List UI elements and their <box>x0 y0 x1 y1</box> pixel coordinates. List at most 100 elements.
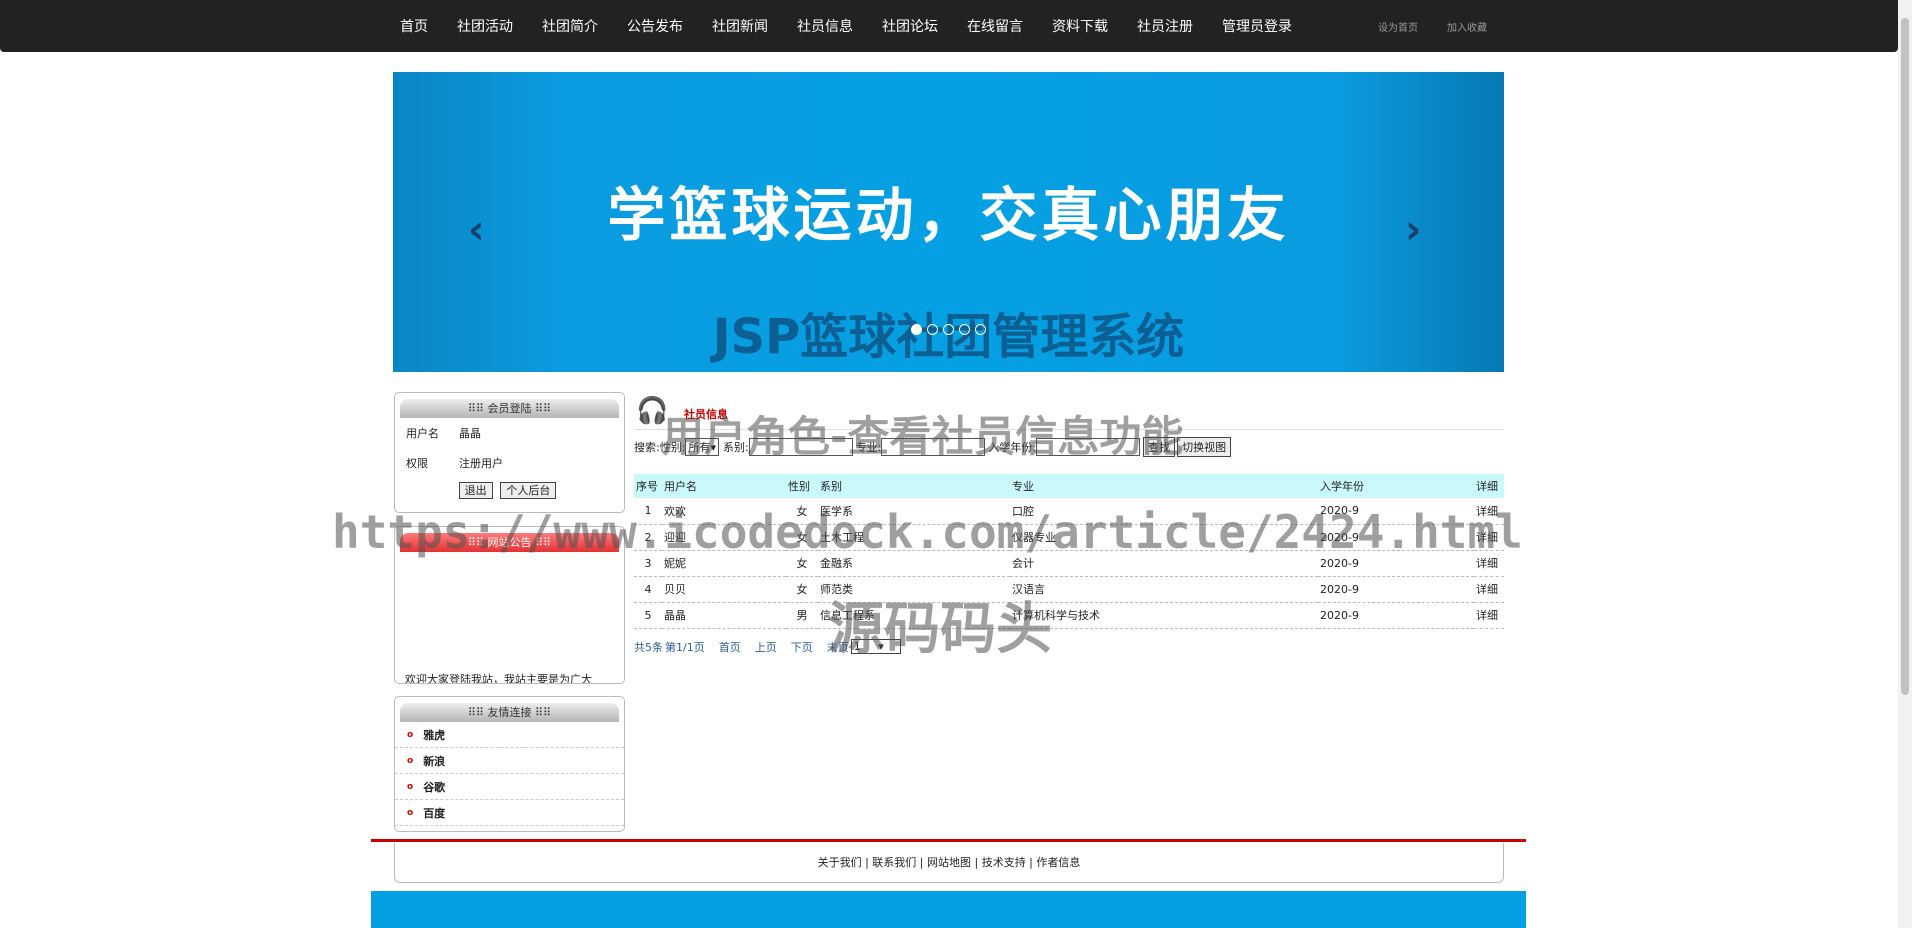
major-label: 专业: <box>855 441 882 454</box>
col-header-username: 用户名 <box>662 474 786 498</box>
col-header-detail: 详细 <box>1474 474 1504 498</box>
username-value: 晶晶 <box>459 427 481 440</box>
member-info-panel: 🎧 社员信息 搜索: 性别: 所有 ▾ 系别: 专业: 入学年份: 查找 切换视图… <box>634 392 1504 655</box>
pagination: 共5条 第1/1页 首页 上页 下页 末页 1 ▾ <box>634 639 1504 655</box>
member-login-box: ⠿⠿ 会员登陆 ⠿⠿ 用户名 晶晶 权限 注册用户 退出 个人后台 <box>394 392 625 513</box>
links-box-title: ⠿⠿ 友情连接 ⠿⠿ <box>400 703 619 722</box>
bullet-icon: o <box>407 781 414 792</box>
bullet-icon: o <box>407 729 414 740</box>
carousel-dot[interactable] <box>911 324 922 335</box>
login-box-title: ⠿⠿ 会员登陆 ⠿⠿ <box>400 399 619 418</box>
set-homepage-link[interactable]: 设为首页 <box>1378 19 1418 34</box>
top-nav-bar: 首页 社团活动 社团简介 公告发布 社团新闻 社员信息 社团论坛 在线留言 资料… <box>0 0 1898 52</box>
login-actions: 退出 个人后台 <box>395 482 624 499</box>
notice-scroll-text: 欢迎大家登陆我站，我站主要是为广大 <box>405 673 592 684</box>
pager-total: 共5条 <box>634 640 663 654</box>
site-notice-box: ⠿⠿ 网站公告 ⠿⠿ 欢迎大家登陆我站，我站主要是为广大 <box>394 526 625 684</box>
bullet-icon: o <box>407 807 414 818</box>
nav-news[interactable]: 社团新闻 <box>712 16 768 36</box>
carousel-dot[interactable] <box>959 324 970 335</box>
vertical-scrollbar[interactable] <box>1898 0 1912 928</box>
nav-downloads[interactable]: 资料下载 <box>1052 16 1108 36</box>
scrollbar-thumb[interactable] <box>1901 18 1909 695</box>
year-label: 入学年份: <box>988 441 1037 454</box>
logout-button[interactable]: 退出 <box>458 482 493 499</box>
col-header-major: 专业 <box>1010 474 1318 498</box>
col-header-year: 入学年份 <box>1318 474 1474 498</box>
footer-bar <box>371 891 1526 928</box>
friend-link-sina[interactable]: o 新浪 <box>395 748 624 774</box>
role-label: 权限 <box>406 457 428 470</box>
year-input[interactable] <box>1036 438 1141 456</box>
username-label: 用户名 <box>406 427 439 440</box>
nav-members[interactable]: 社员信息 <box>797 16 853 36</box>
role-value: 注册用户 <box>459 457 503 470</box>
banner-slogan: 学篮球运动，交真心朋友 <box>607 181 1290 249</box>
friend-link-yahoo[interactable]: o 雅虎 <box>395 722 624 748</box>
login-row-username: 用户名 晶晶 <box>395 418 624 448</box>
pager-first[interactable]: 首页 <box>719 639 741 655</box>
detail-link[interactable]: 详细 <box>1474 550 1504 577</box>
bullet-icon: o <box>407 755 414 766</box>
section-header: 🎧 社员信息 <box>634 392 1504 430</box>
page-select[interactable]: 1 ▾ <box>850 639 901 654</box>
friend-link-baidu[interactable]: o 百度 <box>395 800 624 826</box>
carousel-dot[interactable] <box>975 324 986 335</box>
detail-link[interactable]: 详细 <box>1474 524 1504 551</box>
pager-last[interactable]: 末页 <box>827 639 849 655</box>
friend-link-google[interactable]: o 谷歌 <box>395 774 624 800</box>
table-row: 5 晶晶 男 信息工程系 计算机科学与技术 2020-9 详细 <box>634 602 1504 629</box>
nav-forum[interactable]: 社团论坛 <box>882 16 938 36</box>
table-row: 2 迎迎 女 土木工程 仪器专业 2020-9 详细 <box>634 524 1504 551</box>
table-row: 4 贝贝 女 师范类 汉语言 2020-9 详细 <box>634 576 1504 603</box>
dept-input[interactable] <box>748 438 853 456</box>
headphones-icon: 🎧 <box>636 396 669 426</box>
table-header-row: 序号 用户名 性别 系别 专业 入学年份 详细 <box>634 474 1504 498</box>
search-label: 搜索: <box>634 441 660 454</box>
nav-activities[interactable]: 社团活动 <box>457 16 513 36</box>
major-input[interactable] <box>881 438 986 456</box>
search-button[interactable]: 查找 <box>1143 437 1176 457</box>
pager-next[interactable]: 下页 <box>791 639 813 655</box>
chevron-down-icon: ▾ <box>710 440 716 454</box>
nav-messages[interactable]: 在线留言 <box>967 16 1023 36</box>
footer-divider <box>371 839 1526 842</box>
add-favorite-link[interactable]: 加入收藏 <box>1447 19 1487 34</box>
chevron-down-icon: ▾ <box>878 640 884 653</box>
nav-home[interactable]: 首页 <box>400 16 428 36</box>
detail-link[interactable]: 详细 <box>1474 602 1504 629</box>
pager-prev[interactable]: 上页 <box>755 639 777 655</box>
carousel-indicators <box>911 324 991 335</box>
table-row: 1 欢欢 女 医学系 口腔 2020-9 详细 <box>634 498 1504 525</box>
section-title: 社员信息 <box>684 408 728 421</box>
members-table: 序号 用户名 性别 系别 专业 入学年份 详细 1 欢欢 女 医学系 口腔 20… <box>634 474 1504 629</box>
notice-box-title: ⠿⠿ 网站公告 ⠿⠿ <box>400 533 619 552</box>
col-header-index: 序号 <box>634 474 662 498</box>
detail-link[interactable]: 详细 <box>1474 576 1504 603</box>
footer-links[interactable]: 关于我们 | 联系我们 | 网站地图 | 技术支持 | 作者信息 <box>394 843 1504 883</box>
nav-announcements[interactable]: 公告发布 <box>627 16 683 36</box>
banner-carousel: 学篮球运动，交真心朋友 JSP篮球社团管理系统 ‹ › <box>393 72 1504 372</box>
friend-links-box: ⠿⠿ 友情连接 ⠿⠿ o 雅虎 o 新浪 o 谷歌 o 百度 <box>394 696 625 832</box>
main-nav: 首页 社团活动 社团简介 公告发布 社团新闻 社员信息 社团论坛 在线留言 资料… <box>400 0 1321 52</box>
carousel-next-icon[interactable]: › <box>1405 210 1421 250</box>
carousel-dot[interactable] <box>927 324 938 335</box>
switch-view-button[interactable]: 切换视图 <box>1177 437 1232 457</box>
dept-label: 系别: <box>722 441 749 454</box>
gender-select[interactable]: 所有 ▾ <box>685 438 719 456</box>
col-header-dept: 系别 <box>818 474 1010 498</box>
nav-intro[interactable]: 社团简介 <box>542 16 598 36</box>
login-row-role: 权限 注册用户 <box>395 448 624 478</box>
carousel-prev-icon[interactable]: ‹ <box>468 210 484 250</box>
table-row: 3 妮妮 女 金融系 会计 2020-9 详细 <box>634 550 1504 577</box>
carousel-dot[interactable] <box>943 324 954 335</box>
util-links: 设为首页 加入收藏 <box>1378 0 1516 52</box>
nav-register[interactable]: 社员注册 <box>1137 16 1193 36</box>
col-header-gender: 性别 <box>786 474 818 498</box>
personal-backend-button[interactable]: 个人后台 <box>500 482 557 499</box>
detail-link[interactable]: 详细 <box>1474 498 1504 525</box>
pager-page: 第1/1页 <box>665 640 705 654</box>
gender-label: 性别: <box>659 441 686 454</box>
search-bar: 搜索: 性别: 所有 ▾ 系别: 专业: 入学年份: 查找 切换视图 <box>634 430 1504 464</box>
nav-admin-login[interactable]: 管理员登录 <box>1222 16 1292 36</box>
